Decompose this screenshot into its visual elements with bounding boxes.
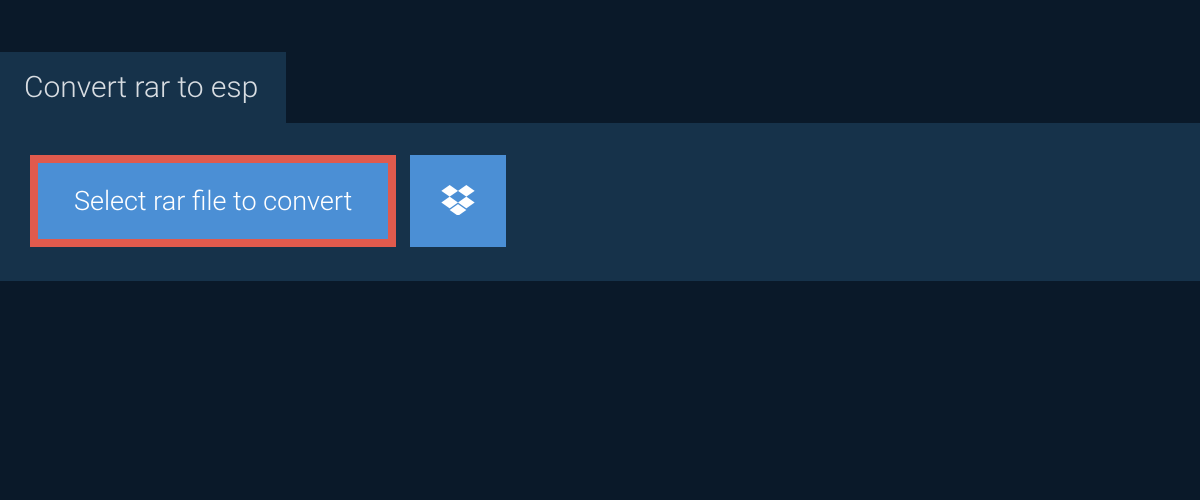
tab-header: Convert rar to esp: [0, 52, 286, 123]
upload-panel: Select rar file to convert: [0, 123, 1200, 281]
page-title: Convert rar to esp: [24, 70, 258, 105]
button-row: Select rar file to convert: [30, 155, 1170, 247]
select-file-button[interactable]: Select rar file to convert: [30, 155, 396, 247]
dropbox-button[interactable]: [410, 155, 506, 247]
select-file-label: Select rar file to convert: [74, 185, 352, 217]
dropbox-icon: [441, 185, 475, 218]
